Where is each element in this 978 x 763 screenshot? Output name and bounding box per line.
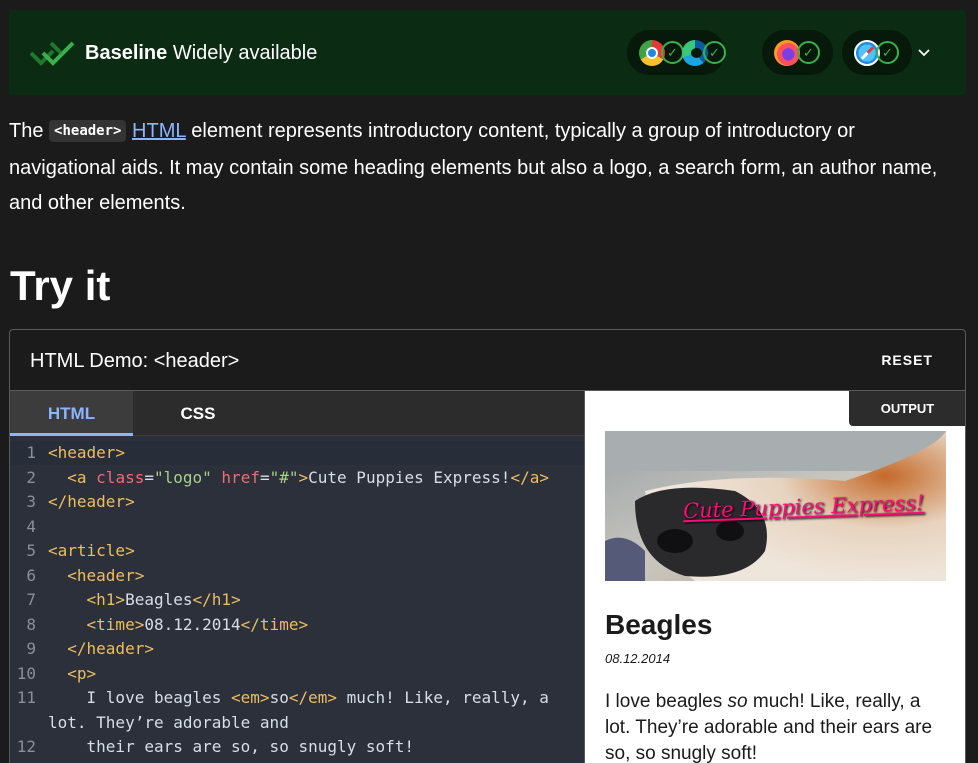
code-line[interactable]: 9 </header> — [10, 637, 584, 661]
code-text: <header> — [67, 565, 145, 585]
intro-text-before: The — [9, 120, 50, 142]
code-text: their ears are so, so snugly soft! — [48, 737, 415, 756]
output-paragraph: I love beagles so much! Like, really, a … — [605, 691, 933, 763]
chevron-down-icon[interactable] — [917, 47, 931, 57]
header-code-tag: <header> — [49, 120, 127, 142]
tab-html[interactable]: HTML — [10, 391, 133, 436]
line-number: 6 — [26, 565, 36, 585]
code-line[interactable]: 6 <header> — [10, 564, 584, 588]
line-number: 4 — [26, 516, 36, 536]
baseline-label-status: Widely available — [167, 42, 318, 64]
line-number: 7 — [26, 590, 36, 609]
demo-title: HTML Demo: <header> — [30, 350, 240, 372]
html-link[interactable]: HTML — [132, 120, 186, 142]
line-number: 5 — [26, 541, 36, 560]
code-line[interactable]: 2 <a class="logo" href="#">Cute Puppies … — [10, 466, 584, 490]
code-line[interactable]: 3 </header> — [10, 490, 584, 514]
code-line[interactable]: 5 <article> — [10, 539, 584, 563]
line-number: 9 — [26, 639, 36, 658]
tab-css[interactable]: CSS — [133, 391, 263, 436]
reset-button[interactable]: RESET — [881, 352, 933, 368]
line-number: 2 — [26, 467, 36, 487]
code-text: <h1>Beagles</h1> — [86, 590, 241, 609]
code-line[interactable]: 10 <p> — [10, 662, 584, 686]
line-number: 1 — [26, 443, 36, 462]
code-text: <header> — [48, 443, 126, 462]
code-line[interactable]: 1 <header> — [10, 441, 584, 465]
output-pane: OUTPUT Cute Puppies Express! Beagles 08.… — [584, 391, 965, 763]
code-text: <article> — [48, 541, 135, 560]
section-title: Try it — [10, 262, 111, 309]
output-time: 08.12.2014 — [605, 651, 671, 666]
code-text: </header> — [67, 639, 154, 658]
code-text: </header> — [48, 492, 135, 511]
firefox-supported-check-icon: ✓ — [797, 41, 820, 64]
code-line[interactable]: 12 their ears are so, so snugly soft! — [10, 735, 584, 759]
line-number: 11 — [16, 688, 36, 707]
line-number: 12 — [16, 737, 36, 756]
intro-paragraph: The <header> HTML element represents int… — [9, 114, 964, 221]
browser-pill-safari[interactable]: ✓ — [842, 30, 912, 75]
interactive-demo: HTML Demo: <header> RESET HTML CSS 1 <hea… — [9, 329, 966, 763]
output-label: OUTPUT — [849, 391, 965, 426]
chrome-supported-check-icon: ✓ — [661, 41, 684, 64]
code-text: I love beagles <em>so</em> much! Like, r… — [48, 688, 549, 707]
code-line[interactable]: lot. They’re adorable and — [10, 711, 584, 735]
code-text: <a class="logo" href="#">Cute Puppies Ex… — [67, 467, 549, 487]
code-line[interactable]: 7 <h1>Beagles</h1> — [10, 588, 584, 612]
browser-pill-chrome-edge[interactable]: ✓ ✓ — [627, 30, 726, 75]
code-text: lot. They’re adorable and — [48, 712, 289, 732]
edge-supported-check-icon: ✓ — [703, 41, 726, 64]
baseline-check-icon — [29, 41, 75, 66]
line-number: 10 — [16, 663, 36, 683]
code-editor[interactable]: HTML CSS 1 <header> 2 <a class="logo" href… — [10, 391, 584, 763]
code-text: <p> — [67, 663, 97, 683]
demo-header: HTML Demo: <header> RESET — [10, 330, 965, 391]
baseline-label-bold: Baseline — [85, 42, 168, 64]
editor-tabs: HTML CSS — [10, 391, 584, 436]
code-text: <time>08.12.2014</time> — [86, 614, 309, 634]
baseline-label: Baseline Widely available — [85, 40, 317, 66]
line-number: 3 — [26, 492, 36, 511]
puppy-photo: Cute Puppies Express! — [605, 431, 946, 581]
line-number: 8 — [26, 614, 36, 634]
code-line[interactable]: 8 <time>08.12.2014</time> — [10, 613, 584, 637]
code-line[interactable]: 11 I love beagles <em>so</em> much! Like… — [10, 686, 584, 710]
output-heading: Beagles — [605, 609, 713, 640]
browser-pill-firefox[interactable]: ✓ — [762, 30, 833, 75]
safari-supported-check-icon: ✓ — [876, 41, 899, 64]
code-line[interactable]: 4 — [10, 515, 584, 539]
baseline-banner: Baseline Widely available ✓ ✓ ✓ ✓ — [9, 10, 966, 95]
